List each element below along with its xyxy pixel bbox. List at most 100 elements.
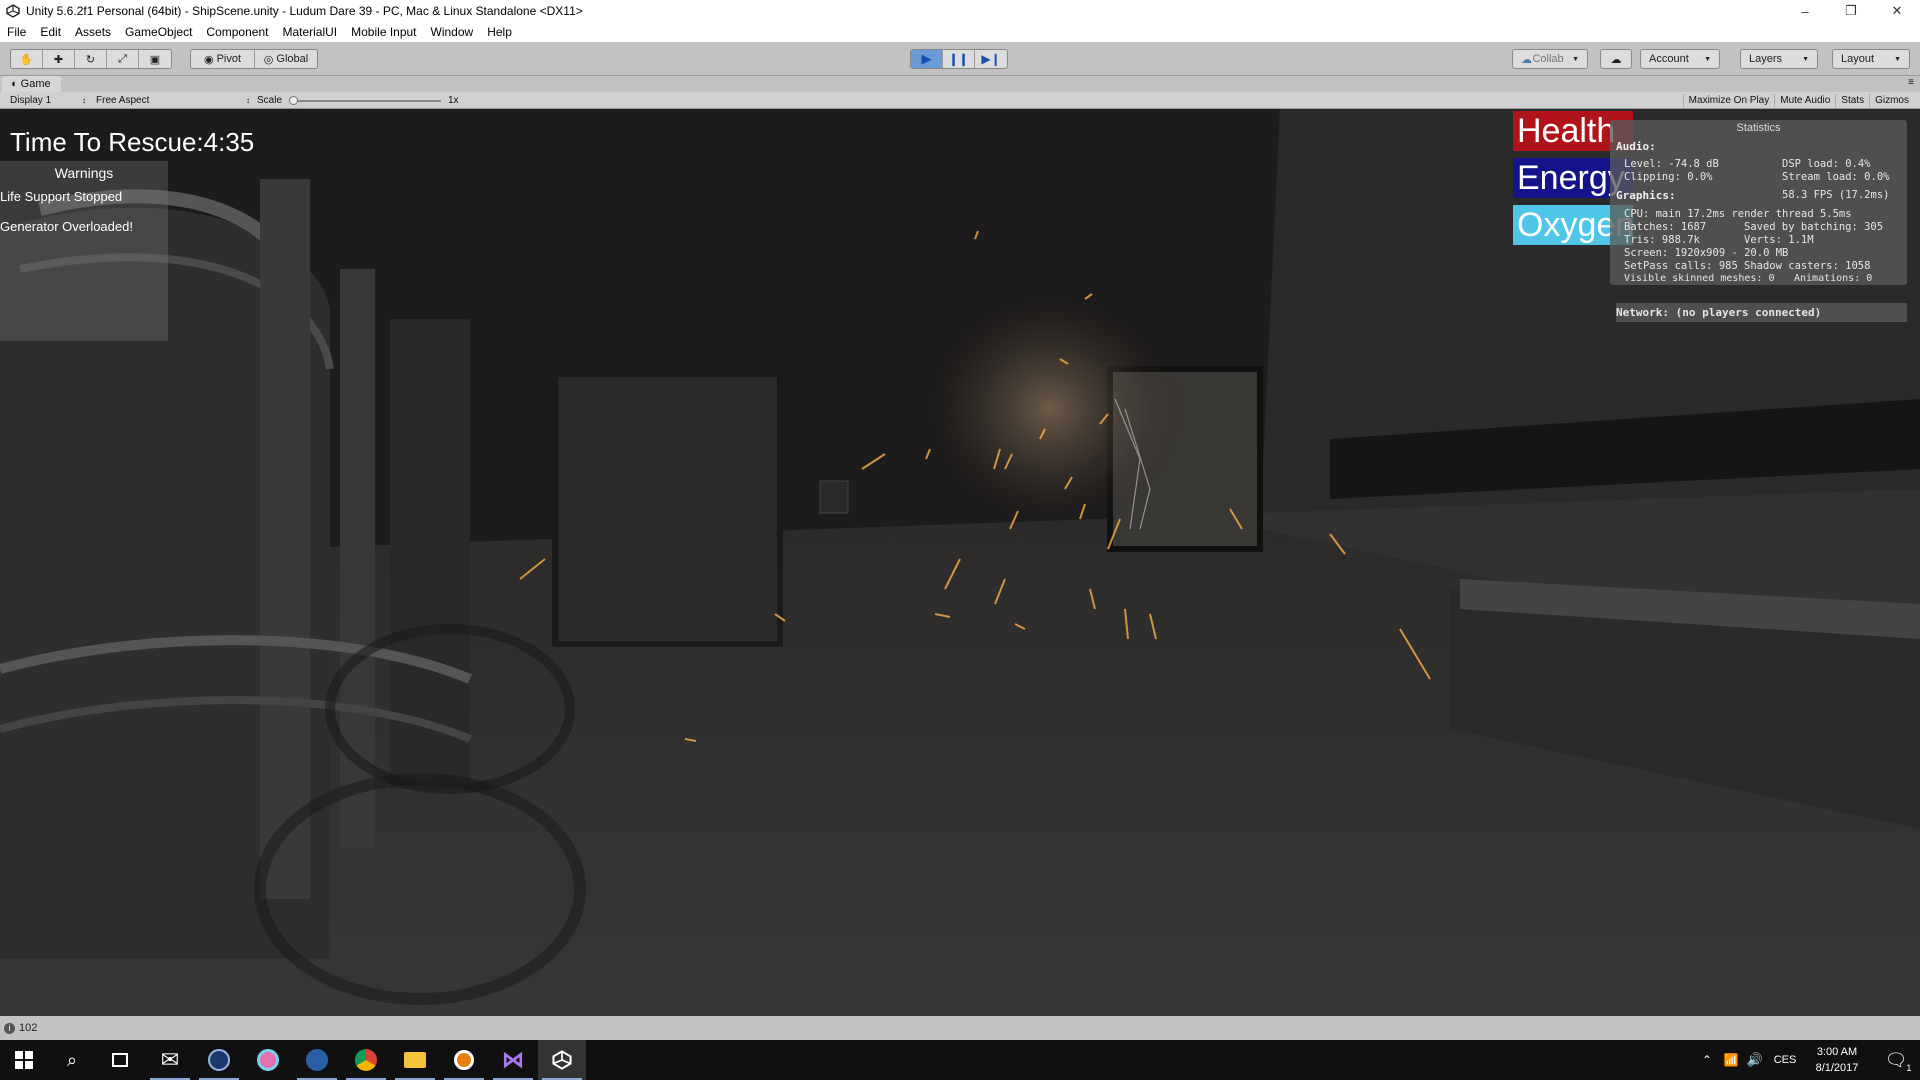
title-bar: Unity 5.6.2f1 Personal (64bit) - ShipSce…	[0, 0, 1920, 22]
maximize-on-play-toggle[interactable]: Maximize On Play	[1682, 94, 1775, 107]
menu-mobile-input[interactable]: Mobile Input	[344, 25, 423, 39]
display-dropdown[interactable]: Display 1 ↕	[10, 94, 86, 107]
pause-button[interactable]: ❙❙	[943, 50, 975, 68]
updown-icon: ↕	[82, 96, 86, 105]
panel-menu-icon[interactable]: ≡	[1908, 77, 1914, 88]
show-hidden-icons-icon[interactable]: ⌃	[1695, 1053, 1719, 1067]
aspect-dropdown[interactable]: Free Aspect ↕	[96, 94, 250, 107]
taskbar-steam-client[interactable]	[293, 1040, 341, 1080]
menu-assets[interactable]: Assets	[68, 25, 118, 39]
mute-audio-toggle[interactable]: Mute Audio	[1774, 94, 1835, 107]
task-view-button[interactable]	[96, 1040, 144, 1080]
layers-label: Layers	[1749, 53, 1783, 65]
taskbar-paint-app[interactable]	[244, 1040, 292, 1080]
stream-load: Stream load: 0.0%	[1782, 171, 1890, 183]
cloud-button[interactable]: ☁	[1600, 49, 1632, 69]
account-dropdown[interactable]: Account ▼	[1640, 49, 1720, 69]
minimize-button[interactable]: –	[1782, 0, 1828, 22]
window-title: Unity 5.6.2f1 Personal (64bit) - ShipSce…	[26, 4, 583, 18]
menu-help[interactable]: Help	[480, 25, 519, 39]
mail-icon: ✉	[160, 1047, 180, 1072]
global-label: Global	[276, 53, 309, 65]
setpass-calls: SetPass calls: 985	[1624, 260, 1738, 272]
pivot-button[interactable]: ◉ Pivot	[191, 50, 255, 68]
language-indicator[interactable]: CES	[1767, 1054, 1803, 1066]
steam-icon	[208, 1049, 230, 1071]
batches-count: Batches: 1687	[1624, 221, 1707, 233]
menu-window[interactable]: Window	[424, 25, 481, 39]
layout-dropdown[interactable]: Layout ▼	[1832, 49, 1910, 69]
verts-count: Verts: 1.1M	[1744, 234, 1814, 246]
collab-dropdown[interactable]: ☁ Collab ▼	[1512, 49, 1588, 69]
taskbar-mail[interactable]: ✉	[146, 1040, 194, 1080]
console-count[interactable]: 102	[19, 1022, 37, 1034]
chrome-icon	[355, 1049, 377, 1071]
close-button[interactable]: ✕	[1874, 0, 1920, 22]
search-button[interactable]: ⌕	[48, 1040, 96, 1080]
network-icon[interactable]: 📶	[1719, 1053, 1743, 1067]
caret-icon: ▼	[1802, 55, 1809, 63]
statistics-panel: Statistics Audio: Level: -74.8 dB DSP lo…	[1610, 120, 1907, 285]
paint-app-icon	[257, 1049, 279, 1071]
game-options-bar: Display 1 ↕ Free Aspect ↕ Scale 1x Maxim…	[0, 92, 1920, 109]
menu-component[interactable]: Component	[199, 25, 275, 39]
saved-by-batching: Saved by batching: 305	[1744, 221, 1884, 233]
network-status: Network: (no players connected)	[1616, 303, 1907, 322]
move-tool-icon[interactable]: ✚	[43, 50, 75, 68]
scale-label: Scale	[257, 95, 283, 106]
step-button[interactable]: ▶❙	[975, 50, 1007, 68]
info-icon: i	[4, 1022, 15, 1034]
step-icon: ▶❙	[981, 52, 1001, 66]
dsp-load: DSP load: 0.4%	[1782, 158, 1871, 170]
play-button[interactable]: ▶	[911, 50, 943, 68]
taskbar-unity[interactable]	[538, 1040, 586, 1080]
rect-tool-icon[interactable]: ▣	[139, 50, 171, 68]
scale-tool-icon[interactable]: ⤢	[107, 50, 139, 68]
warning-item: Life Support Stopped	[0, 189, 123, 204]
scale-slider-track[interactable]	[291, 100, 441, 102]
caret-icon: ▼	[1894, 55, 1901, 63]
tab-game[interactable]: ◖ Game	[2, 76, 61, 92]
action-center-button[interactable]: 🗨 1	[1872, 1040, 1920, 1080]
taskbar-visual-studio[interactable]: ⋈	[489, 1040, 537, 1080]
play-controls: ▶ ❙❙ ▶❙	[910, 49, 1008, 69]
aspect-label: Free Aspect	[96, 95, 150, 106]
display-label: Display 1	[10, 95, 52, 106]
taskbar-chrome[interactable]	[342, 1040, 390, 1080]
menu-materialui[interactable]: MaterialUI	[275, 25, 344, 39]
caret-icon: ▼	[1572, 55, 1579, 63]
account-label: Account	[1649, 53, 1689, 65]
rescue-timer-label: Time To Rescue:	[10, 127, 204, 157]
restore-button[interactable]: ❐	[1828, 0, 1874, 22]
pause-icon: ❙❙	[948, 52, 969, 66]
rotate-tool-icon[interactable]: ↻	[75, 50, 107, 68]
global-button[interactable]: ◎ Global	[255, 50, 317, 68]
folder-icon	[404, 1052, 426, 1068]
visible-skinned-meshes: Visible skinned meshes: 0	[1624, 273, 1775, 284]
animations-count: Animations: 0	[1794, 273, 1873, 284]
scale-value: 1x	[448, 95, 459, 106]
tris-count: Tris: 988.7k	[1624, 234, 1700, 246]
volume-icon[interactable]: 🔊	[1743, 1052, 1767, 1068]
taskbar-steam[interactable]	[195, 1040, 243, 1080]
game-tab-bar: ◖ Game ≡	[0, 76, 1920, 92]
game-tab-icon: ◖	[10, 78, 17, 90]
notification-count: 1	[1906, 1062, 1912, 1073]
gizmos-dropdown[interactable]: Gizmos	[1869, 94, 1914, 107]
windows-taskbar: ⌕ ✉ ⋈ ⌃ �	[0, 1040, 1920, 1080]
unity-icon	[552, 1050, 572, 1070]
layers-dropdown[interactable]: Layers ▼	[1740, 49, 1818, 69]
game-view[interactable]: Time To Rescue: 4:35 Warnings Life Suppo…	[0, 109, 1920, 1016]
taskbar-blender[interactable]	[440, 1040, 488, 1080]
clock[interactable]: 3:00 AM 8/1/2017	[1802, 1044, 1872, 1076]
scale-slider-handle[interactable]	[289, 96, 298, 105]
rescue-timer: Time To Rescue: 4:35	[10, 127, 254, 158]
menu-edit[interactable]: Edit	[33, 25, 68, 39]
taskbar-file-explorer[interactable]	[391, 1040, 439, 1080]
stats-toggle[interactable]: Stats	[1835, 94, 1869, 107]
start-button[interactable]	[0, 1040, 48, 1080]
menu-file[interactable]: File	[0, 25, 33, 39]
hand-tool-icon[interactable]: ✋	[11, 50, 43, 68]
menu-gameobject[interactable]: GameObject	[118, 25, 199, 39]
system-tray: ⌃ 📶 🔊 CES	[1695, 1040, 1803, 1080]
